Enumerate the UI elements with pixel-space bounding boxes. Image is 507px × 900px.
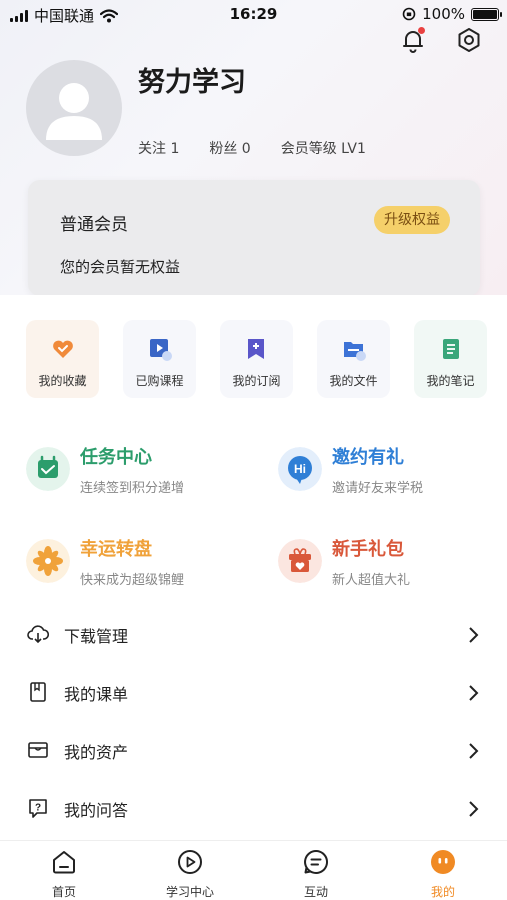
tab-mine[interactable]: 我的 xyxy=(398,849,488,899)
avatar[interactable] xyxy=(26,60,122,156)
quick-notes-label: 我的笔记 xyxy=(426,374,475,388)
svg-text:Hi: Hi xyxy=(294,462,306,476)
member-card[interactable]: 普通会员 升级权益 您的会员暂无权益 xyxy=(28,180,480,296)
tab-study-center[interactable]: 学习中心 xyxy=(145,849,235,899)
tab-mine-label: 我的 xyxy=(430,885,455,899)
feature-newbie-gift[interactable]: 新手礼包 新人超值大礼 xyxy=(278,535,507,595)
quick-subscriptions-label: 我的订阅 xyxy=(232,374,281,388)
quick-purchased-courses-label: 已购课程 xyxy=(135,374,184,388)
member-card-desc: 您的会员暂无权益 xyxy=(60,258,181,276)
follow-count[interactable]: 关注 1 xyxy=(138,138,179,158)
chat-icon xyxy=(304,849,328,874)
feature-lucky-wheel[interactable]: 幸运转盘 快来成为超级锦鲤 xyxy=(26,535,256,595)
face-icon xyxy=(431,850,455,874)
default-user-icon xyxy=(46,83,102,140)
header-actions xyxy=(399,26,483,54)
battery-icon xyxy=(471,7,502,21)
video-course-icon xyxy=(150,339,172,361)
feature-newbie-gift-subtitle: 新人超值大礼 xyxy=(332,573,411,588)
member-card-title: 普通会员 xyxy=(60,215,128,235)
home-icon xyxy=(53,851,75,874)
assets-icon xyxy=(28,742,48,758)
quick-favorites[interactable]: 我的收藏 xyxy=(26,320,99,398)
bottom-tab-bar: 首页 学习中心 互动 我的 xyxy=(0,840,507,900)
calendar-icon xyxy=(26,447,70,491)
pinwheel-icon xyxy=(26,539,70,583)
svg-text:?: ? xyxy=(35,803,41,814)
tab-home-label: 首页 xyxy=(51,885,76,899)
feature-task-center-title: 任务中心 xyxy=(80,447,152,468)
question-icon: ? xyxy=(29,799,47,818)
chevron-right-icon xyxy=(469,743,479,759)
battery-percent: 100% xyxy=(422,5,465,23)
settings-gear-icon[interactable] xyxy=(455,26,483,54)
menu-assets-label: 我的资产 xyxy=(64,743,129,762)
main-panel: 我的收藏 已购课程 我的订阅 我的文件 我的笔记 任务中心 连续签到积分递增 H… xyxy=(0,295,507,840)
orientation-lock-icon xyxy=(402,7,416,21)
quick-favorites-label: 我的收藏 xyxy=(38,374,87,388)
play-icon xyxy=(178,850,202,874)
menu-qa[interactable]: ? 我的问答 xyxy=(0,780,507,838)
feature-lucky-wheel-title: 幸运转盘 xyxy=(80,539,152,560)
tab-home[interactable]: 首页 xyxy=(19,849,109,899)
feature-invite-subtitle: 邀请好友来学税 xyxy=(332,481,424,496)
feature-task-center[interactable]: 任务中心 连续签到积分递增 xyxy=(26,443,256,503)
course-list-icon xyxy=(30,682,46,702)
tab-interaction[interactable]: 互动 xyxy=(271,849,361,899)
quick-actions: 我的收藏 已购课程 我的订阅 我的文件 我的笔记 xyxy=(26,320,487,398)
menu-qa-label: 我的问答 xyxy=(64,801,129,820)
user-name: 努力学习 xyxy=(138,67,246,98)
upgrade-benefits-button[interactable]: 升级权益 xyxy=(374,206,450,234)
fans-count[interactable]: 粉丝 0 xyxy=(209,138,250,158)
quick-files-label: 我的文件 xyxy=(329,374,378,388)
chevron-right-icon xyxy=(469,685,479,701)
chevron-right-icon xyxy=(469,627,479,643)
bookmark-icon xyxy=(248,339,264,359)
member-level[interactable]: 会员等级 LV1 xyxy=(281,138,366,158)
menu-download-manager[interactable]: 下载管理 xyxy=(0,606,507,664)
hi-bubble-icon: Hi xyxy=(278,447,322,491)
notification-bell-icon[interactable] xyxy=(399,26,427,54)
feature-invite[interactable]: Hi 邀约有礼 邀请好友来学税 xyxy=(278,443,507,503)
feature-task-center-subtitle: 连续签到积分递增 xyxy=(80,481,185,496)
notebook-icon xyxy=(443,339,459,359)
folder-icon xyxy=(344,342,366,361)
quick-purchased-courses[interactable]: 已购课程 xyxy=(123,320,196,398)
quick-subscriptions[interactable]: 我的订阅 xyxy=(220,320,293,398)
menu-course-list[interactable]: 我的课单 xyxy=(0,664,507,722)
notification-dot xyxy=(418,27,425,34)
profile-stats: 关注 1 粉丝 0 会员等级 LV1 xyxy=(138,138,366,158)
status-bar: 中国联通 16:29 100% xyxy=(0,0,507,28)
cloud-download-icon xyxy=(27,625,49,644)
tab-interaction-label: 互动 xyxy=(303,885,328,899)
menu-course-list-label: 我的课单 xyxy=(64,685,129,704)
quick-notes[interactable]: 我的笔记 xyxy=(414,320,487,398)
feature-lucky-wheel-subtitle: 快来成为超级锦鲤 xyxy=(80,573,185,588)
tab-study-center-label: 学习中心 xyxy=(165,885,214,899)
chevron-right-icon xyxy=(469,801,479,817)
gift-box-icon xyxy=(278,539,322,583)
heart-icon xyxy=(53,340,73,358)
status-right: 100% xyxy=(402,5,502,23)
feature-invite-title: 邀约有礼 xyxy=(332,447,404,468)
feature-newbie-gift-title: 新手礼包 xyxy=(332,539,404,560)
menu-assets[interactable]: 我的资产 xyxy=(0,722,507,780)
menu-download-manager-label: 下载管理 xyxy=(64,627,129,646)
quick-files[interactable]: 我的文件 xyxy=(317,320,390,398)
